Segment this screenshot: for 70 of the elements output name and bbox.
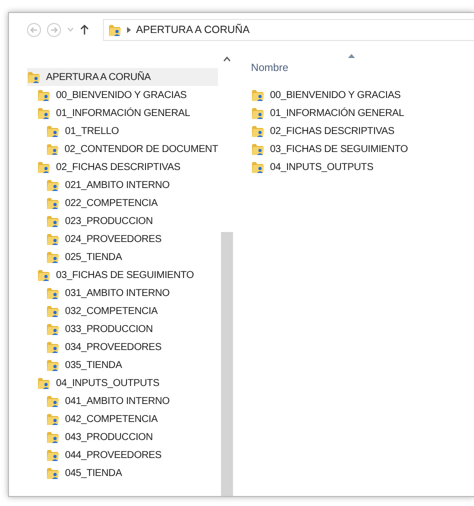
user-folder-icon xyxy=(251,142,265,156)
user-folder-icon xyxy=(46,412,60,426)
back-button[interactable] xyxy=(27,22,41,36)
sort-arrow-icon xyxy=(348,54,355,58)
tree-item[interactable]: 02_CONTENDOR DE DOCUMENT xyxy=(27,140,218,158)
tree-item[interactable]: 031_AMBITO INTERNO xyxy=(27,284,218,302)
tree-item[interactable]: 022_COMPETENCIA xyxy=(27,194,218,212)
file-item[interactable]: 01_INFORMACIÓN GENERAL xyxy=(251,104,474,122)
user-folder-icon xyxy=(46,322,60,336)
tree-item[interactable]: 025_TIENDA xyxy=(27,248,218,266)
user-folder-icon xyxy=(46,124,60,138)
tree-item[interactable]: 021_AMBITO INTERNO xyxy=(27,176,218,194)
up-button[interactable] xyxy=(80,24,89,35)
tree-item[interactable]: 00_BIENVENIDO Y GRACIAS xyxy=(27,86,218,104)
tree-item[interactable]: 024_PROVEEDORES xyxy=(27,230,218,248)
forward-button[interactable] xyxy=(47,22,61,36)
chevron-right-icon xyxy=(127,26,131,32)
tree-item[interactable]: 041_AMBITO INTERNO xyxy=(27,392,218,410)
user-folder-icon xyxy=(37,160,51,174)
user-folder-icon xyxy=(46,358,60,372)
user-folder-icon xyxy=(37,106,51,120)
tree-item[interactable]: 045_TIENDA xyxy=(27,464,218,482)
forward-arrow-icon xyxy=(50,26,58,34)
address-bar[interactable]: APERTURA A CORUÑA xyxy=(103,18,474,40)
tree-item[interactable]: 023_PRODUCCION xyxy=(27,212,218,230)
file-item[interactable]: 00_BIENVENIDO Y GRACIAS xyxy=(251,86,474,104)
recent-locations-button[interactable] xyxy=(67,27,74,32)
file-item[interactable]: 03_FICHAS DE SEGUIMIENTO xyxy=(251,140,474,158)
user-folder-icon xyxy=(46,142,60,156)
tree-item[interactable]: 02_FICHAS DESCRIPTIVAS xyxy=(27,158,218,176)
user-folder-icon xyxy=(37,268,51,282)
user-folder-icon xyxy=(46,466,60,480)
path-text: APERTURA A CORUÑA xyxy=(136,24,250,36)
tree-item[interactable]: 01_INFORMACIÓN GENERAL xyxy=(27,104,218,122)
tree-item[interactable]: 035_TIENDA xyxy=(27,356,218,374)
file-item[interactable]: 04_INPUTS_OUTPUTS xyxy=(251,158,474,176)
user-folder-icon xyxy=(46,178,60,192)
user-folder-icon xyxy=(46,340,60,354)
tree-item[interactable]: APERTURA A CORUÑA xyxy=(27,68,218,86)
user-folder-icon xyxy=(251,124,265,138)
back-arrow-icon xyxy=(30,26,38,34)
user-folder-icon xyxy=(251,160,265,174)
user-folder-icon xyxy=(27,70,41,84)
user-folder-icon xyxy=(46,448,60,462)
user-folder-icon xyxy=(251,88,265,102)
user-folder-icon xyxy=(46,214,60,228)
tree-item[interactable]: 044_PROVEEDORES xyxy=(27,446,218,464)
tree-item[interactable]: 033_PRODUCCION xyxy=(27,320,218,338)
user-folder-icon xyxy=(108,22,122,36)
tree-item[interactable]: 043_PRODUCCION xyxy=(27,428,218,446)
tree-item[interactable]: 01_TRELLO xyxy=(27,122,218,140)
tree-item[interactable]: 04_INPUTS_OUTPUTS xyxy=(27,374,218,392)
tree-item[interactable]: 042_COMPETENCIA xyxy=(27,410,218,428)
user-folder-icon xyxy=(46,304,60,318)
scroll-up-icon[interactable] xyxy=(222,56,230,62)
user-folder-icon xyxy=(251,106,265,120)
user-folder-icon xyxy=(37,376,51,390)
file-item[interactable]: 02_FICHAS DESCRIPTIVAS xyxy=(251,122,474,140)
tree-item[interactable]: 032_COMPETENCIA xyxy=(27,302,218,320)
user-folder-icon xyxy=(46,394,60,408)
tree-item[interactable]: 034_PROVEEDORES xyxy=(27,338,218,356)
user-folder-icon xyxy=(46,430,60,444)
scrollbar-thumb[interactable] xyxy=(220,232,232,496)
user-folder-icon xyxy=(46,250,60,264)
user-folder-icon xyxy=(46,196,60,210)
user-folder-icon xyxy=(46,232,60,246)
column-header[interactable]: Nombre xyxy=(251,54,441,78)
tree-item[interactable]: 03_FICHAS DE SEGUIMIENTO xyxy=(27,266,218,284)
user-folder-icon xyxy=(46,286,60,300)
user-folder-icon xyxy=(37,88,51,102)
